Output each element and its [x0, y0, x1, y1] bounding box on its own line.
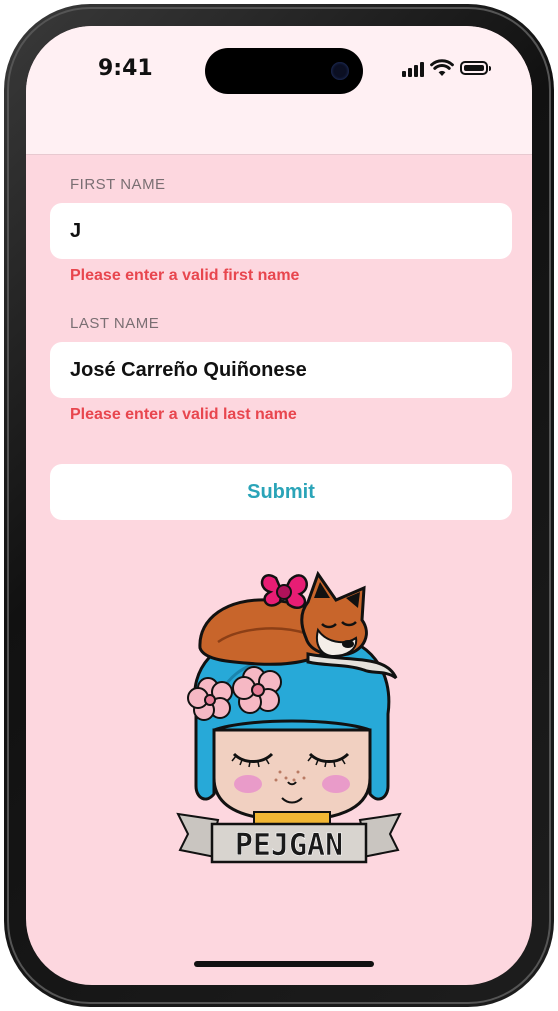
- status-icons: [402, 59, 491, 77]
- home-indicator[interactable]: [194, 961, 374, 967]
- submit-button[interactable]: Submit: [50, 464, 512, 520]
- navigation-bar: 9:41: [26, 26, 532, 155]
- phone-frame: 9:41 FIRST NAME J Please enter a valid f…: [4, 4, 554, 1007]
- app-screen: 9:41 FIRST NAME J Please enter a valid f…: [26, 26, 532, 985]
- dynamic-island: [205, 48, 363, 94]
- cellular-signal-icon: [402, 61, 424, 77]
- pejgan-logo: PEJGAN: [176, 570, 402, 863]
- wifi-icon: [430, 59, 454, 76]
- first-name-label: FIRST NAME: [70, 176, 166, 193]
- last-name-error: Please enter a valid last name: [70, 406, 297, 423]
- first-name-value: J: [70, 219, 82, 242]
- status-time: 9:41: [98, 56, 153, 81]
- first-name-error: Please enter a valid first name: [70, 267, 300, 284]
- first-name-field[interactable]: J: [50, 203, 512, 259]
- last-name-label: LAST NAME: [70, 315, 160, 332]
- camera-icon: [331, 62, 349, 80]
- last-name-value: José Carreño Quiñonese: [70, 358, 307, 381]
- last-name-field[interactable]: José Carreño Quiñonese: [50, 342, 512, 398]
- logo-text: PEJGAN: [235, 828, 343, 863]
- battery-icon: [460, 61, 491, 75]
- name-form: FIRST NAME J Please enter a valid first …: [50, 176, 512, 520]
